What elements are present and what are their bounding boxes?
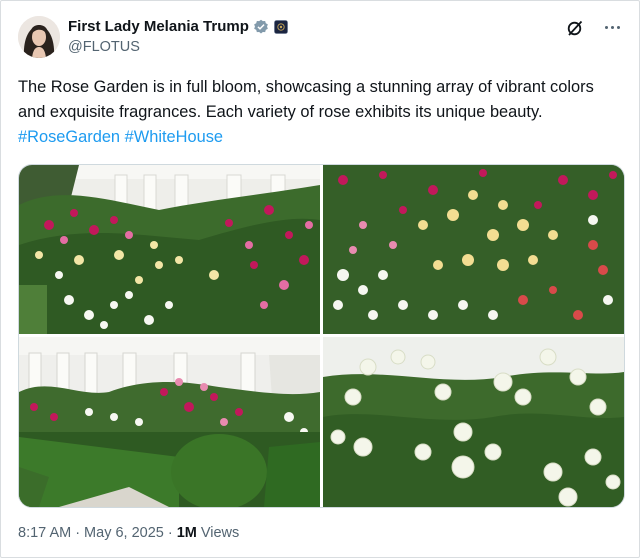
- post-text-block: The Rose Garden is in full bloom, showca…: [18, 75, 622, 150]
- author-name[interactable]: First Lady Melania Trump: [68, 18, 249, 35]
- photo-rose-garden-colonnade[interactable]: [19, 165, 320, 334]
- author-handle[interactable]: @FLOTUS: [68, 39, 140, 55]
- photo-grid: [18, 164, 625, 508]
- more-options-icon[interactable]: [600, 15, 624, 39]
- post-header: First Lady Melania Trump @FLOTUS: [18, 15, 624, 61]
- grok-icon[interactable]: [566, 19, 584, 37]
- author-row: First Lady Melania Trump: [68, 18, 288, 35]
- views-label: Views: [200, 525, 240, 541]
- photo-white-roses[interactable]: [323, 337, 624, 507]
- government-badge-icon[interactable]: [274, 19, 288, 34]
- photo-mixed-roses[interactable]: [323, 165, 624, 334]
- photo-hedges-colonnade[interactable]: [19, 337, 320, 507]
- hashtag-rosegarden[interactable]: #RoseGarden: [18, 128, 120, 146]
- post-card: First Lady Melania Trump @FLOTUS The Ros…: [0, 0, 640, 558]
- separator: ·: [167, 525, 173, 541]
- post-time[interactable]: 8:17 AM: [18, 525, 71, 541]
- hashtag-whitehouse[interactable]: #WhiteHouse: [125, 128, 223, 146]
- post-text: The Rose Garden is in full bloom, showca…: [18, 78, 594, 121]
- separator: ·: [75, 525, 81, 541]
- views-count[interactable]: 1M: [177, 525, 197, 541]
- avatar[interactable]: [18, 16, 60, 58]
- post-meta: 8:17 AM · May 6, 2025 · 1M Views: [18, 525, 239, 541]
- verified-badge-icon[interactable]: [253, 19, 269, 35]
- post-date[interactable]: May 6, 2025: [84, 525, 164, 541]
